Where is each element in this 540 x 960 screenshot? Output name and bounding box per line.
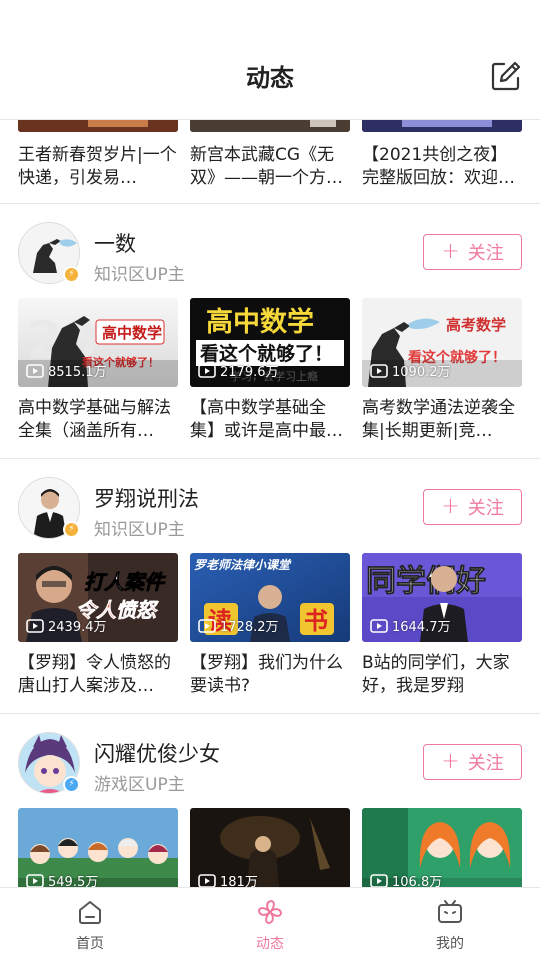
video-thumbnail[interactable]: 高中数学 看这个就够了！ 学习，会学习上瘾 2179.6万 — [190, 298, 350, 387]
plus-icon: + — [441, 494, 460, 519]
video-thumbnail[interactable]: 高考数学 看这个就够了！ 1090.2万 — [362, 298, 522, 387]
uploader-card: ⚡ 罗翔说刑法 知识区UP主 + 关注 打人案件 令人愤怒 2439.4万 罗老… — [0, 458, 540, 713]
play-icon — [198, 873, 216, 887]
play-count: 2179.6万 — [198, 361, 279, 380]
tab-label: 首页 — [76, 936, 104, 952]
play-count: 1644.7万 — [370, 616, 451, 635]
video-thumbnail[interactable]: 罗老师法律小课堂 读 书 1728.2万 — [190, 553, 350, 642]
video-title[interactable]: 高中数学基础与解法全集（涵盖所有… — [18, 397, 178, 443]
page-title: 动态 — [246, 64, 294, 92]
play-icon — [370, 618, 388, 633]
thumbnail-text: 同学们好 — [366, 564, 486, 599]
home-icon — [79, 901, 101, 924]
tv-icon — [438, 900, 462, 923]
video-thumbnail[interactable]: 106.8万 — [362, 808, 522, 887]
tab-dynamic[interactable]: 动态 — [210, 888, 330, 960]
tab-mine[interactable]: 我的 — [390, 888, 510, 960]
plus-icon: + — [441, 239, 460, 264]
partial-video-row: 王者新春贺岁片|一个快递，引发易… 新宫本武藏CG《无双》——朝一个方… 【20… — [0, 120, 540, 203]
uploader-category: 知识区UP主 — [94, 520, 185, 540]
follow-label: 关注 — [467, 498, 504, 519]
uploader-card: ⚡ 闪耀优俊少女 游戏区UP主 + 关注 549.5万 181万 106.8万 — [0, 713, 540, 887]
tab-home[interactable]: 首页 — [30, 888, 150, 960]
video-title[interactable]: 【罗翔】我们为什么要读书? — [190, 652, 350, 698]
play-count: 2439.4万 — [26, 616, 107, 635]
follow-label: 关注 — [467, 243, 504, 264]
video-thumbnail[interactable]: 549.5万 — [18, 808, 178, 887]
play-icon — [26, 618, 44, 633]
uploader-category: 知识区UP主 — [94, 265, 185, 285]
edit-icon[interactable] — [490, 60, 522, 92]
uploader-card: ⚡ 一数 知识区UP主 + 关注 20 高中数学 看这个就够了！ 8515.1万 — [0, 203, 540, 458]
pinwheel-icon — [258, 900, 282, 924]
follow-button[interactable]: + 关注 — [423, 234, 522, 270]
bottom-tab-bar: 首页 动态 我的 — [0, 887, 540, 960]
play-count: 1728.2万 — [198, 616, 279, 635]
video-title[interactable]: 高考数学通法逆袭全集|长期更新|竞… — [362, 397, 522, 443]
tab-label: 动态 — [256, 936, 284, 952]
verified-badge-icon: ⚡ — [63, 266, 80, 283]
video-title[interactable]: B站的同学们，大家好，我是罗翔 — [362, 652, 522, 698]
play-icon — [198, 363, 216, 378]
verified-badge-icon: ⚡ — [63, 776, 80, 793]
play-count: 1090.2万 — [370, 361, 451, 380]
video-thumbnail[interactable] — [18, 120, 178, 132]
play-icon — [26, 363, 44, 378]
play-icon — [370, 873, 388, 887]
play-icon — [370, 363, 388, 378]
play-icon — [26, 873, 44, 887]
uploader-name[interactable]: 闪耀优俊少女 — [94, 738, 220, 768]
play-icon — [198, 618, 216, 633]
video-thumbnail[interactable]: 181万 — [190, 808, 350, 887]
uploader-name[interactable]: 一数 — [94, 228, 136, 258]
video-title[interactable]: 新宫本武藏CG《无双》——朝一个方… — [190, 144, 350, 190]
thumbnail-text: 高中数学 — [102, 324, 162, 342]
header: 动态 — [0, 0, 540, 120]
verified-badge-icon: ⚡ — [63, 521, 80, 538]
feed[interactable]: 王者新春贺岁片|一个快递，引发易… 新宫本武藏CG《无双》——朝一个方… 【20… — [0, 120, 540, 887]
play-count: 549.5万 — [26, 871, 98, 887]
video-thumbnail[interactable] — [362, 120, 522, 132]
thumbnail-text: 打人案件 — [84, 570, 166, 594]
video-title[interactable]: 【高中数学基础全集】或许是高中最… — [190, 397, 350, 443]
follow-button[interactable]: + 关注 — [423, 744, 522, 780]
video-thumbnail[interactable]: 20 高中数学 看这个就够了！ 8515.1万 — [18, 298, 178, 387]
video-thumbnail[interactable]: 打人案件 令人愤怒 2439.4万 — [18, 553, 178, 642]
follow-label: 关注 — [467, 753, 504, 774]
tab-label: 我的 — [436, 936, 464, 952]
play-count: 8515.1万 — [26, 361, 107, 380]
uploader-name[interactable]: 罗翔说刑法 — [94, 483, 199, 513]
plus-icon: + — [441, 749, 460, 774]
video-thumbnail[interactable] — [190, 120, 350, 132]
play-count: 106.8万 — [370, 871, 442, 887]
thumbnail-text: 高中数学 — [206, 306, 314, 338]
thumbnail-text: 罗老师法律小课堂 — [194, 558, 292, 572]
video-title[interactable]: 王者新春贺岁片|一个快递，引发易… — [18, 144, 178, 190]
video-thumbnail[interactable]: 同学们好 1644.7万 — [362, 553, 522, 642]
follow-button[interactable]: + 关注 — [423, 489, 522, 525]
video-title[interactable]: 【2021共创之夜】完整版回放：欢迎… — [362, 144, 522, 190]
thumbnail-text: 高考数学 — [446, 316, 506, 334]
thumbnail-text: 书 — [304, 607, 328, 635]
uploader-category: 游戏区UP主 — [94, 775, 185, 795]
video-title[interactable]: 【罗翔】令人愤怒的唐山打人案涉及… — [18, 652, 178, 698]
play-count: 181万 — [198, 871, 258, 887]
